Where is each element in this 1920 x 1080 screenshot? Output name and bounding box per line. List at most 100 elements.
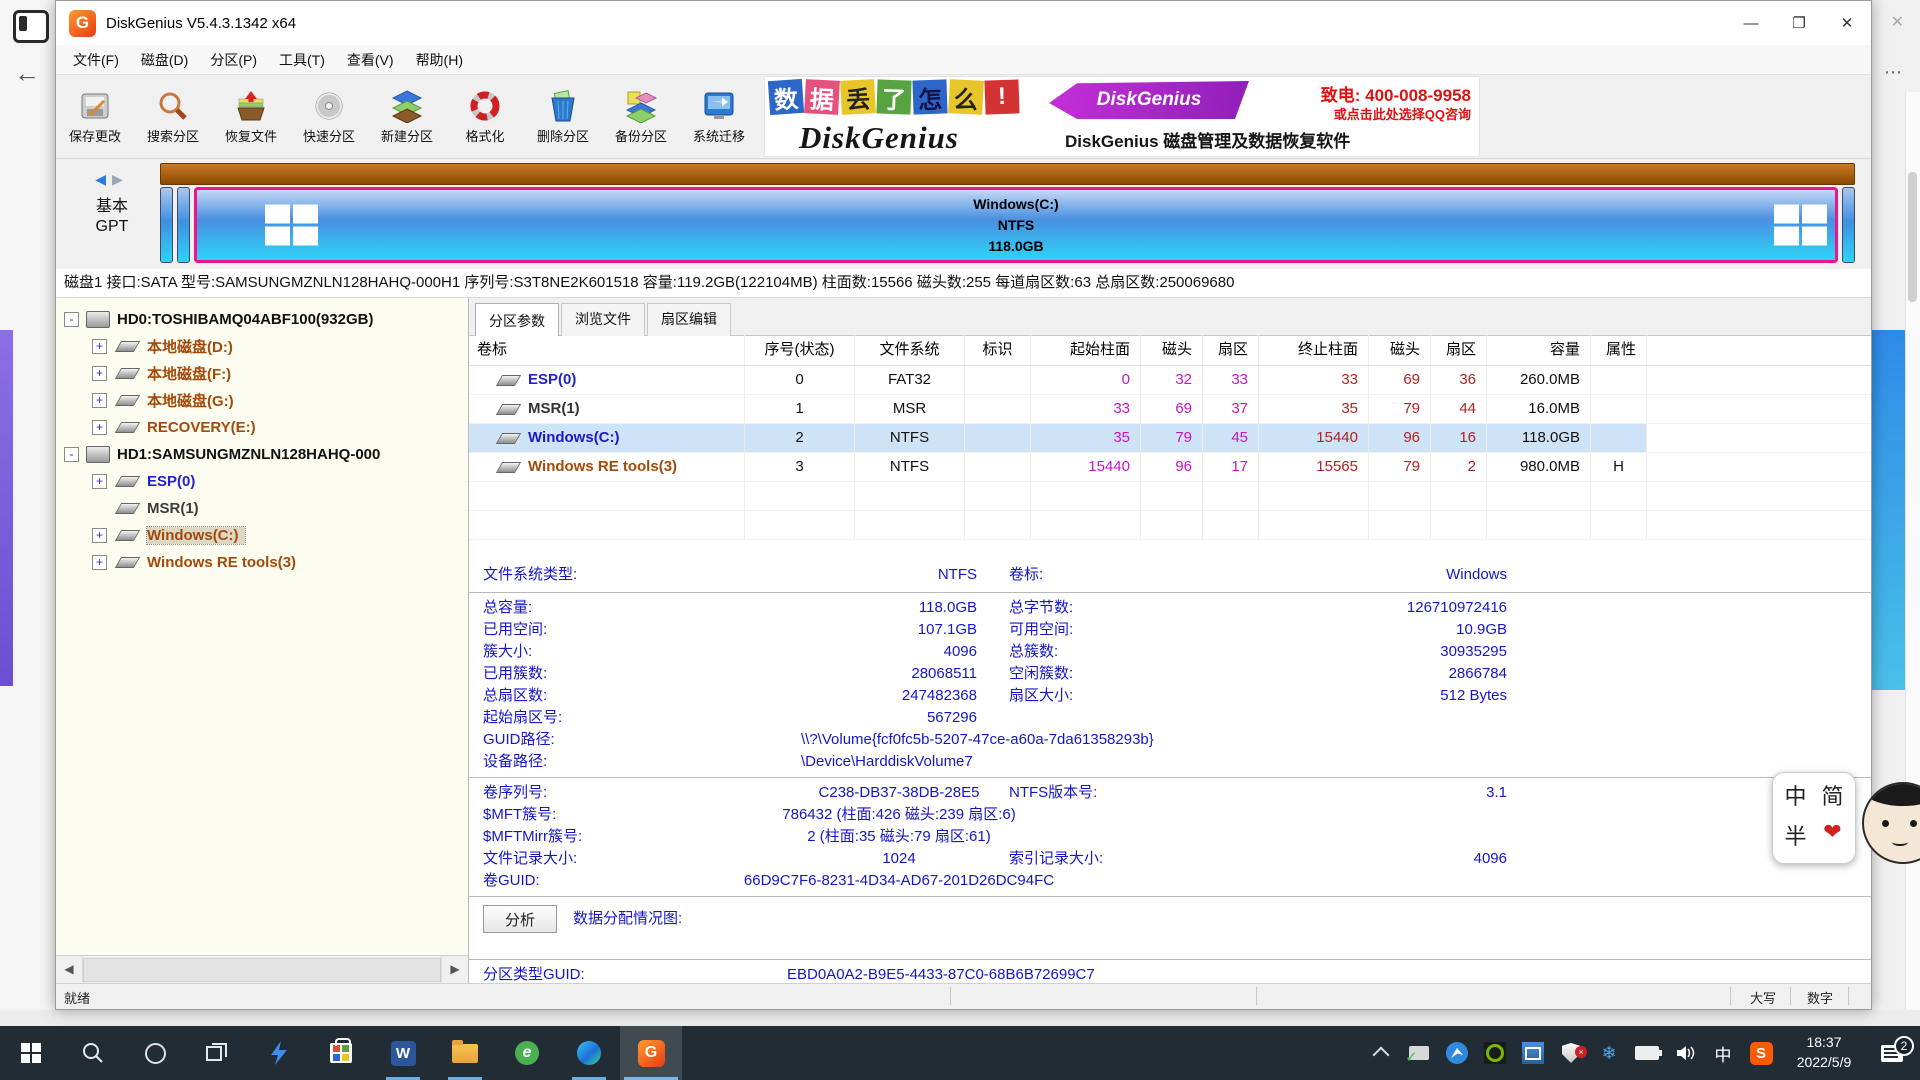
minimize-button[interactable]: — [1727,1,1775,45]
ad-qq-link[interactable]: 或点击此处选择QQ咨询 [1334,104,1471,123]
partition-segment-windows-c[interactable]: Windows(C:) NTFS 118.0GB [194,187,1838,263]
word-app-button[interactable]: W [372,1026,434,1080]
ad-banner[interactable]: 数 据 丢 了 怎 么 ! DiskGenius 致电: 400-008-995… [764,76,1480,157]
scroll-right-icon[interactable]: ▶ [441,956,468,982]
menu-file[interactable]: 文件(F) [62,50,130,70]
close-icon[interactable]: ✕ [1891,12,1904,32]
ime-lang-indicator[interactable]: 中 [1777,779,1814,817]
tab-sector-edit[interactable]: 扇区编辑 [647,303,731,336]
system-migrate-button[interactable]: 系统迁移 [680,79,758,155]
partition-icon [115,368,140,379]
scroll-left-icon[interactable]: ◀ [56,956,83,982]
partition-segment-msr[interactable] [177,187,190,263]
collapse-icon[interactable]: - [64,312,79,327]
expand-icon[interactable]: + [92,393,107,408]
tray-defender-button[interactable]: × [1552,1043,1590,1063]
tree-item-local-f[interactable]: + 本地磁盘(F:) [56,360,468,387]
expand-icon[interactable]: + [92,555,107,570]
sogou-ime-widget[interactable]: 中 简 半 ❤ [1772,772,1920,864]
tree-item-recovery-e[interactable]: + RECOVERY(E:) [56,414,468,441]
table-row-windows-re[interactable]: Windows RE tools(3) 3 NTFS 15440 96 17 1… [469,453,1871,482]
diskgenius-icon: G [638,1040,665,1067]
delete-partition-button[interactable]: 删除分区 [524,79,602,155]
quick-partition-button[interactable]: 快速分区 [290,79,368,155]
cortana-button[interactable] [124,1026,186,1080]
tab-browse-files[interactable]: 浏览文件 [561,303,645,336]
tray-snowflake-button[interactable]: ❄ [1590,1043,1628,1064]
detail-row: 卷GUID:66D9C7F6-8231-4D34-AD67-201D26DC94… [469,870,1871,892]
partition-icon [115,557,140,568]
file-explorer-button[interactable] [434,1026,496,1080]
tray-intel-graphics-button[interactable] [1514,1042,1552,1064]
expand-icon[interactable]: + [92,474,107,489]
menu-view[interactable]: 查看(V) [336,50,405,70]
tree-horizontal-scrollbar[interactable]: ◀ ▶ [56,955,468,983]
close-button[interactable]: ✕ [1823,1,1871,45]
table-row-msr[interactable]: MSR(1) 1 MSR 33 69 37 35 79 44 16.0MB [469,395,1871,424]
table-row-esp[interactable]: ESP(0) 0 FAT32 0 32 33 33 69 36 260.0MB [469,366,1871,395]
diskgenius-window: G DiskGenius V5.4.3.1342 x64 — ❐ ✕ 文件(F)… [55,0,1872,1010]
scrollbar-thumb[interactable] [83,958,441,982]
maximize-button[interactable]: ❐ [1775,1,1823,45]
expand-icon[interactable]: + [92,339,107,354]
menu-help[interactable]: 帮助(H) [405,50,474,70]
tray-sogou-button[interactable]: S [1742,1042,1780,1065]
tray-tim-button[interactable] [1438,1042,1476,1064]
menu-bar: 文件(F) 磁盘(D) 分区(P) 工具(T) 查看(V) 帮助(H) [56,45,1871,75]
table-header-row[interactable]: 卷标 序号(状态) 文件系统 标识 起始柱面 磁头 扇区 终止柱面 磁头 扇区 … [469,335,1871,366]
background-scrollbar[interactable] [1905,92,1920,1026]
windows-logo-icon [1774,205,1827,246]
tree-item-windows-re[interactable]: + Windows RE tools(3) [56,549,468,576]
scrollbar-thumb[interactable] [1908,172,1917,302]
partition-segment-re-tools[interactable] [1842,187,1855,263]
partition-segment-esp[interactable] [160,187,173,263]
prev-disk-icon[interactable]: ◀ [95,171,112,187]
expand-icon[interactable]: + [92,420,107,435]
tree-item-local-d[interactable]: + 本地磁盘(D:) [56,333,468,360]
taskbar-search-button[interactable] [62,1026,124,1080]
collapse-icon[interactable]: - [64,447,79,462]
tray-battery-button[interactable] [1628,1046,1666,1060]
expand-icon[interactable]: + [92,528,107,543]
table-row-windows-c[interactable]: Windows(C:) 2 NTFS 35 79 45 15440 96 16 … [469,424,1871,453]
menu-disk[interactable]: 磁盘(D) [130,50,199,70]
microsoft-store-button[interactable] [310,1026,372,1080]
edge-browser-button[interactable] [558,1026,620,1080]
taskbar-clock[interactable]: 18:37 2022/5/9 [1780,1033,1868,1072]
search-partition-button[interactable]: 搜索分区 [134,79,212,155]
tree-item-esp[interactable]: + ESP(0) [56,468,468,495]
tree-item-local-g[interactable]: + 本地磁盘(G:) [56,387,468,414]
tray-nvidia-button[interactable] [1476,1042,1514,1064]
tray-ime-button[interactable]: 中 [1704,1041,1742,1066]
tree-item-hd1[interactable]: - HD1:SAMSUNGMZNLN128HAHQ-000 [56,441,468,468]
save-changes-button[interactable]: 保存更改 [56,79,134,155]
tab-partition-params[interactable]: 分区参数 [475,303,559,336]
analyze-button[interactable]: 分析 [483,905,557,933]
ime-halfwidth-indicator[interactable]: 半 [1777,819,1814,857]
new-partition-button[interactable]: 新建分区 [368,79,446,155]
start-button[interactable] [0,1026,62,1080]
diskgenius-taskbar-button[interactable]: G [620,1026,682,1080]
tree-item-msr[interactable]: MSR(1) [56,495,468,522]
tray-volume-button[interactable] [1666,1044,1704,1062]
ime-simplified-indicator[interactable]: 简 [1814,779,1851,817]
green-browser-button[interactable]: e [496,1026,558,1080]
tree-item-windows-c[interactable]: + Windows(C:) [56,522,468,549]
window-panel-icon[interactable] [13,10,49,43]
recover-files-button[interactable]: 恢复文件 [212,79,290,155]
back-arrow-icon[interactable]: ← [14,58,40,89]
backup-partition-button[interactable]: 备份分区 [602,79,680,155]
tree-item-hd0[interactable]: - HD0:TOSHIBAMQ04ABF100(932GB) [56,306,468,333]
menu-partition[interactable]: 分区(P) [199,50,268,70]
notification-center-button[interactable]: 2 [1868,1045,1916,1062]
heart-icon[interactable]: ❤ [1814,819,1851,857]
next-disk-icon[interactable]: ▶ [112,171,129,187]
expand-icon[interactable]: + [92,366,107,381]
tray-printer-button[interactable]: ✓ [1400,1046,1438,1060]
format-button[interactable]: 格式化 [446,79,524,155]
more-icon[interactable]: ⋯ [1884,62,1902,83]
task-view-button[interactable] [186,1026,248,1080]
menu-tools[interactable]: 工具(T) [268,50,336,70]
thunder-app-button[interactable] [248,1026,310,1080]
tray-expand-button[interactable] [1362,1045,1400,1061]
